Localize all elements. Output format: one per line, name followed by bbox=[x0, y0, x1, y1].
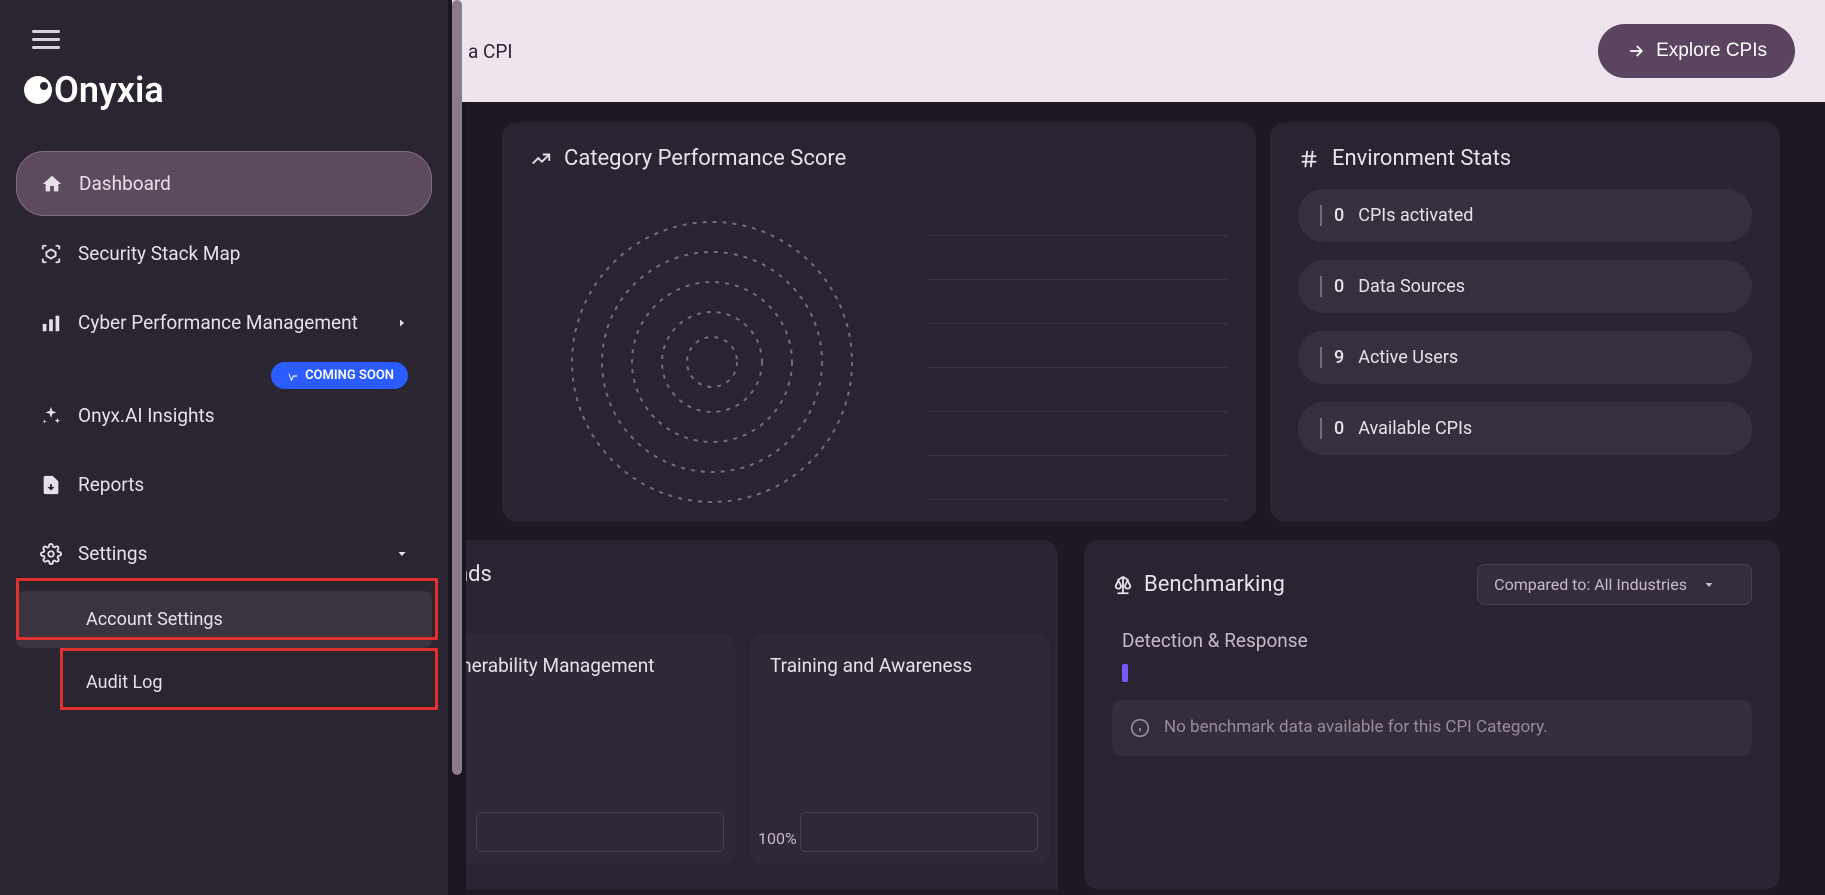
stat-value: 0 bbox=[1320, 418, 1344, 439]
stat-label: Active Users bbox=[1358, 347, 1458, 368]
category-performance-card: Category Performance Score bbox=[502, 122, 1256, 522]
bar-chart-icon bbox=[40, 312, 62, 334]
chevron-down-icon bbox=[1703, 579, 1715, 591]
file-upload-icon bbox=[40, 474, 62, 496]
sidebar-subitem-label: Audit Log bbox=[86, 672, 163, 693]
legend-placeholder bbox=[928, 192, 1228, 500]
stat-row[interactable]: 0 Available CPIs bbox=[1298, 402, 1752, 455]
trend-subcard-vulnerability[interactable]: ulnerability Management 0% bbox=[466, 634, 736, 864]
hamburger-menu-button[interactable] bbox=[32, 30, 448, 49]
select-label: Compared to: All Industries bbox=[1494, 575, 1687, 594]
stat-row[interactable]: 0 CPIs activated bbox=[1298, 189, 1752, 242]
coming-soon-badge: COMING SOON bbox=[271, 362, 408, 389]
home-icon bbox=[41, 173, 63, 195]
brand-logo: Onyxia bbox=[24, 69, 448, 111]
hash-icon bbox=[1298, 148, 1320, 170]
benchmark-category-label: Detection & Response bbox=[1112, 629, 1752, 652]
stat-label: CPIs activated bbox=[1358, 205, 1473, 226]
topbar: a CPI Explore CPIs bbox=[452, 0, 1825, 102]
chevron-down-icon bbox=[396, 548, 408, 560]
sidebar-item-security-stack-map[interactable]: Security Stack Map bbox=[16, 222, 432, 285]
sidebar-item-label: Cyber Performance Management bbox=[78, 311, 380, 334]
trend-subcard-training[interactable]: Training and Awareness 100% bbox=[750, 634, 1050, 864]
environment-stats-card: Environment Stats 0 CPIs activated 0 Dat… bbox=[1270, 122, 1780, 522]
card-title: Environment Stats bbox=[1332, 146, 1511, 171]
empty-text: No benchmark data available for this CPI… bbox=[1164, 716, 1548, 740]
sidebar-item-settings[interactable]: Settings bbox=[16, 522, 432, 585]
gear-icon bbox=[40, 543, 62, 565]
sidebar-subitem-account-settings[interactable]: Account Settings bbox=[16, 591, 432, 648]
subcard-title: Training and Awareness bbox=[770, 654, 1030, 677]
trends-card: nds ulnerability Management 0% Training … bbox=[466, 540, 1058, 890]
main-content: Category Performance Score Environment S… bbox=[466, 102, 1825, 895]
cube-scan-icon bbox=[40, 243, 62, 265]
trend-icon bbox=[530, 148, 552, 170]
explore-button-label: Explore CPIs bbox=[1656, 40, 1767, 62]
sidebar-item-label: Dashboard bbox=[79, 172, 407, 195]
sidebar-item-label: Onyx.AI Insights bbox=[78, 404, 408, 427]
sidebar: Onyxia Dashboard Security Stack Map Cybe… bbox=[0, 0, 448, 895]
stat-label: Available CPIs bbox=[1358, 418, 1472, 439]
subcard-chart-placeholder bbox=[800, 812, 1038, 852]
logo-icon bbox=[24, 76, 52, 104]
sidebar-item-label: Reports bbox=[78, 473, 408, 496]
stat-value: 0 bbox=[1320, 276, 1344, 297]
sidebar-item-cyber-performance[interactable]: Cyber Performance Management bbox=[16, 291, 432, 354]
sidebar-item-onyx-ai-insights[interactable]: COMING SOON Onyx.AI Insights bbox=[16, 384, 432, 447]
brand-name: Onyxia bbox=[54, 69, 164, 111]
compared-to-select[interactable]: Compared to: All Industries bbox=[1477, 564, 1752, 605]
sidebar-item-label: Settings bbox=[78, 542, 380, 565]
radar-chart-placeholder bbox=[562, 212, 862, 512]
trends-title-fragment: nds bbox=[466, 562, 492, 587]
subcard-title: ulnerability Management bbox=[466, 654, 716, 677]
stat-row[interactable]: 9 Active Users bbox=[1298, 331, 1752, 384]
sidebar-item-reports[interactable]: Reports bbox=[16, 453, 432, 516]
card-title: Category Performance Score bbox=[564, 146, 846, 171]
subcard-percent: 100% bbox=[758, 829, 797, 848]
card-title: Benchmarking bbox=[1144, 572, 1285, 597]
sidebar-subitem-audit-log[interactable]: Audit Log bbox=[16, 654, 432, 711]
stat-label: Data Sources bbox=[1358, 276, 1465, 297]
benchmark-bar bbox=[1122, 664, 1128, 682]
explore-cpis-button[interactable]: Explore CPIs bbox=[1598, 24, 1795, 78]
sidebar-subitem-label: Account Settings bbox=[86, 609, 223, 630]
chevron-right-icon bbox=[396, 317, 408, 329]
sparkle-icon bbox=[40, 405, 62, 427]
benchmark-empty-state: No benchmark data available for this CPI… bbox=[1112, 700, 1752, 756]
benchmarking-card: Benchmarking Compared to: All Industries… bbox=[1084, 540, 1780, 890]
stat-value: 0 bbox=[1320, 205, 1344, 226]
stat-value: 9 bbox=[1320, 347, 1344, 368]
stat-row[interactable]: 0 Data Sources bbox=[1298, 260, 1752, 313]
scrollbar[interactable] bbox=[452, 0, 462, 775]
sidebar-item-label: Security Stack Map bbox=[78, 242, 408, 265]
sidebar-item-dashboard[interactable]: Dashboard bbox=[16, 151, 432, 216]
subcard-chart-placeholder bbox=[476, 812, 724, 852]
scale-icon bbox=[1112, 574, 1134, 596]
topbar-text-fragment: a CPI bbox=[468, 40, 513, 63]
info-icon bbox=[1130, 718, 1150, 738]
